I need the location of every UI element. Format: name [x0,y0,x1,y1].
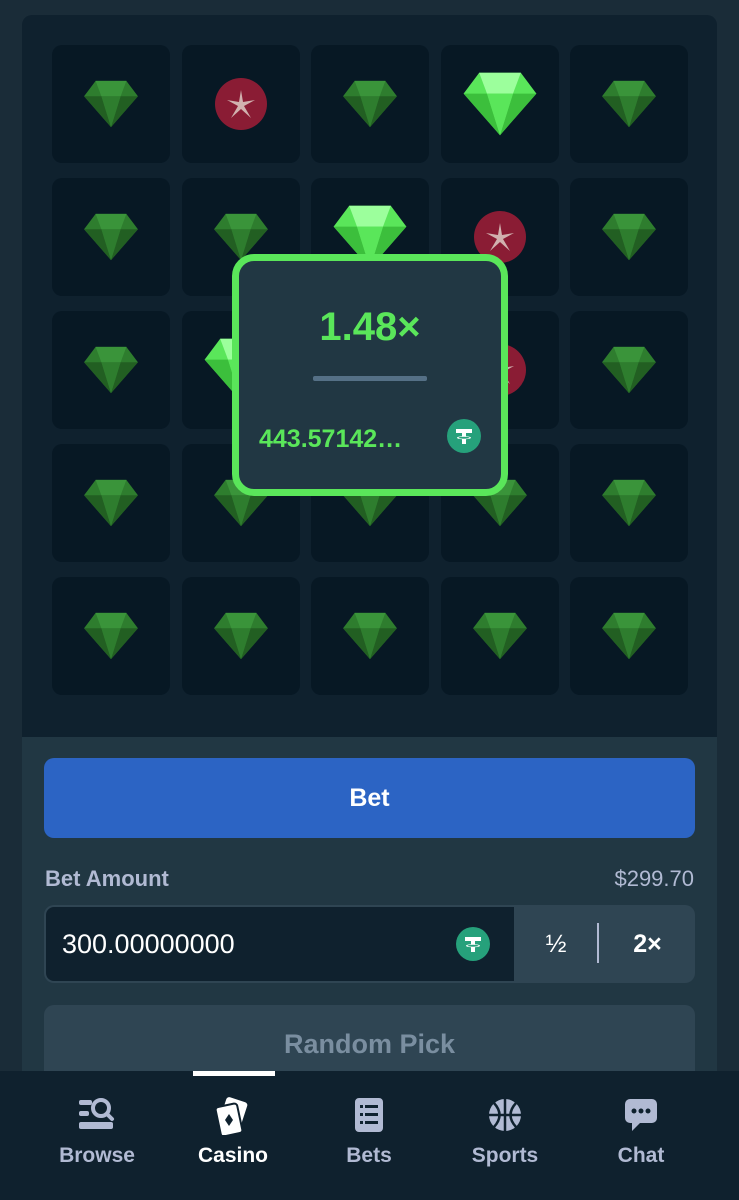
mine-tile[interactable] [570,444,688,562]
popup-divider [313,376,427,381]
amount-divider [597,923,599,963]
nav-bets[interactable]: Bets [299,1071,439,1200]
bets-icon [354,1097,384,1138]
half-amount-button[interactable]: ½ [514,905,598,983]
gem-icon [82,345,140,395]
gem-icon [82,611,140,661]
nav-browse[interactable]: Browse [27,1071,167,1200]
mine-tile[interactable] [570,178,688,296]
mine-tile[interactable] [52,311,170,429]
mine-bomb-icon [213,76,269,132]
chat-icon [624,1097,658,1138]
nav-casino[interactable]: Casino [163,1071,303,1200]
bet-button[interactable]: Bet [44,758,695,838]
bottom-nav: Browse Casino Bets Sports Chat [0,1071,739,1200]
bet-balance: $299.70 [614,866,694,891]
nav-chat[interactable]: Chat [571,1071,711,1200]
mine-tile[interactable] [311,45,429,163]
mine-tile[interactable] [570,45,688,163]
gem-icon [600,345,658,395]
nav-bets-label: Bets [346,1144,392,1167]
gem-icon [82,478,140,528]
mine-tile[interactable] [440,577,559,695]
gem-icon [600,212,658,262]
mine-tile[interactable] [181,45,300,163]
gem-icon [82,79,140,129]
mine-tile[interactable] [52,45,170,163]
bet-amount-value: 300.00000000 [62,928,235,959]
nav-sports-label: Sports [471,1144,539,1167]
gem-icon [341,611,399,661]
nav-chat-label: Chat [617,1144,665,1167]
gem-icon [600,478,658,528]
casino-icon [214,1097,252,1140]
gem-icon [82,212,140,262]
mine-tile[interactable] [52,178,170,296]
gem-icon [600,79,658,129]
mine-tile[interactable] [570,577,688,695]
browse-icon [78,1097,116,1138]
nav-casino-label: Casino [197,1144,268,1167]
nav-browse-label: Browse [59,1144,135,1167]
mine-tile[interactable] [52,444,170,562]
popup-multiplier: 1.48× [319,305,421,349]
gem-icon [471,611,529,661]
mine-tile[interactable] [440,45,559,163]
popup-payout: 443.57142… [259,425,403,453]
mine-tile[interactable] [52,577,170,695]
gem-icon [600,611,658,661]
double-amount-button[interactable]: 2× [600,905,695,983]
mine-tile[interactable] [570,311,688,429]
payout-popup: 1.48× 443.57142… [232,254,508,496]
tether-icon [447,419,481,453]
sports-icon [487,1097,523,1138]
nav-sports[interactable]: Sports [435,1071,575,1200]
gem-icon [341,79,399,129]
gem-icon [212,611,270,661]
bet-amount-label: Bet Amount [45,866,169,891]
gem-icon [461,68,539,140]
tether-icon [456,927,490,961]
bet-amount-row: 300.00000000 ½ 2× [44,905,695,983]
mine-tile[interactable] [311,577,429,695]
mine-tile[interactable] [181,577,300,695]
bet-amount-input[interactable]: 300.00000000 [46,907,514,981]
